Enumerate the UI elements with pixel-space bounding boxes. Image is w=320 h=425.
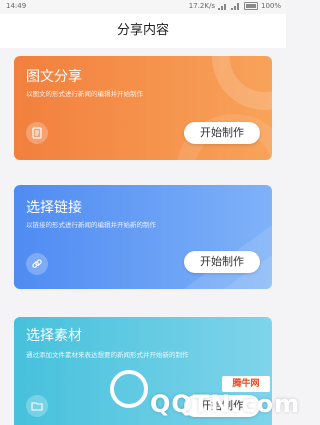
- battery-icon: [243, 2, 258, 10]
- status-bar: 14:49 17.2K/s 100%: [0, 0, 286, 14]
- start-button[interactable]: 开始制作: [184, 251, 260, 273]
- decorative-circle: [212, 56, 272, 110]
- card-title: 选择素材: [26, 328, 82, 344]
- start-button[interactable]: 开始制作: [184, 122, 260, 144]
- page-title: 分享内容: [116, 23, 169, 38]
- battery-level: 100%: [260, 2, 281, 10]
- card-title: 图文分享: [26, 69, 82, 85]
- card-image-text-share[interactable]: 图文分享 以图文的形式进行新闻的编辑并开始制作 开始制作: [14, 56, 272, 160]
- card-select-link[interactable]: 选择链接 以链接的形式进行新闻的编辑并开始新的制作 开始制作: [14, 185, 272, 289]
- card-subtitle: 以图文的形式进行新闻的编辑并开始制作: [26, 90, 143, 98]
- app-header: 分享内容: [0, 14, 286, 48]
- network-speed: 17.2K/s: [188, 2, 215, 10]
- card-title: 选择链接: [26, 200, 82, 216]
- watermark-text: QQTN.com: [150, 390, 301, 418]
- watermark-logo-icon: [110, 370, 148, 408]
- document-icon: [26, 122, 48, 144]
- watermark-badge: 腾牛网: [222, 376, 270, 392]
- link-icon: [26, 253, 48, 275]
- card-subtitle: 通过添加文件素材来表达想要的新闻形式并开始新的制作: [26, 351, 189, 359]
- status-time: 14:49: [6, 2, 27, 10]
- signal-icon: [230, 2, 241, 10]
- status-indicators: 17.2K/s 100%: [189, 2, 281, 10]
- folder-icon: [26, 395, 48, 417]
- watermark: QQTN.com 腾牛网: [110, 360, 299, 425]
- wifi-icon: [217, 3, 228, 10]
- card-subtitle: 以链接的形式进行新闻的编辑并开始新的制作: [26, 221, 156, 229]
